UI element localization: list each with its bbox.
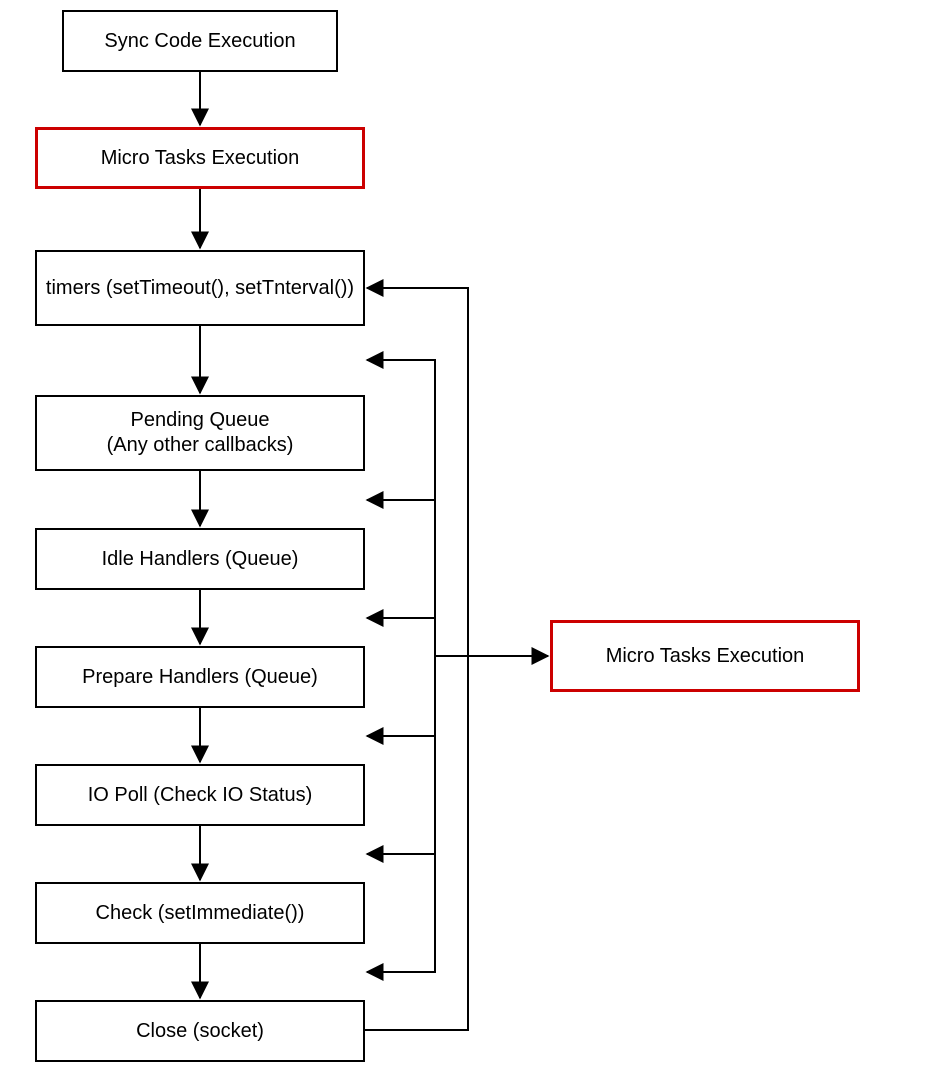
node-prepare: Prepare Handlers (Queue) — [35, 646, 365, 708]
node-pending-label: Pending Queue(Any other callbacks) — [107, 408, 294, 458]
node-idle: Idle Handlers (Queue) — [35, 528, 365, 590]
node-timers-label: timers (setTimeout(), setTnterval()) — [46, 276, 354, 301]
node-sync: Sync Code Execution — [62, 10, 338, 72]
node-close: Close (socket) — [35, 1000, 365, 1062]
node-check-label: Check (setImmediate()) — [96, 901, 305, 926]
node-pending: Pending Queue(Any other callbacks) — [35, 395, 365, 471]
node-sync-label: Sync Code Execution — [104, 29, 295, 54]
node-timers: timers (setTimeout(), setTnterval()) — [35, 250, 365, 326]
node-io-label: IO Poll (Check IO Status) — [88, 783, 313, 808]
node-micro2: Micro Tasks Execution — [550, 620, 860, 692]
node-prepare-label: Prepare Handlers (Queue) — [82, 665, 318, 690]
node-micro2-label: Micro Tasks Execution — [606, 644, 805, 669]
node-micro1: Micro Tasks Execution — [35, 127, 365, 189]
flowchart-stage: Sync Code Execution Micro Tasks Executio… — [0, 0, 937, 1080]
node-micro1-label: Micro Tasks Execution — [101, 146, 300, 171]
node-idle-label: Idle Handlers (Queue) — [102, 547, 299, 572]
node-close-label: Close (socket) — [136, 1019, 264, 1044]
node-check: Check (setImmediate()) — [35, 882, 365, 944]
node-io: IO Poll (Check IO Status) — [35, 764, 365, 826]
